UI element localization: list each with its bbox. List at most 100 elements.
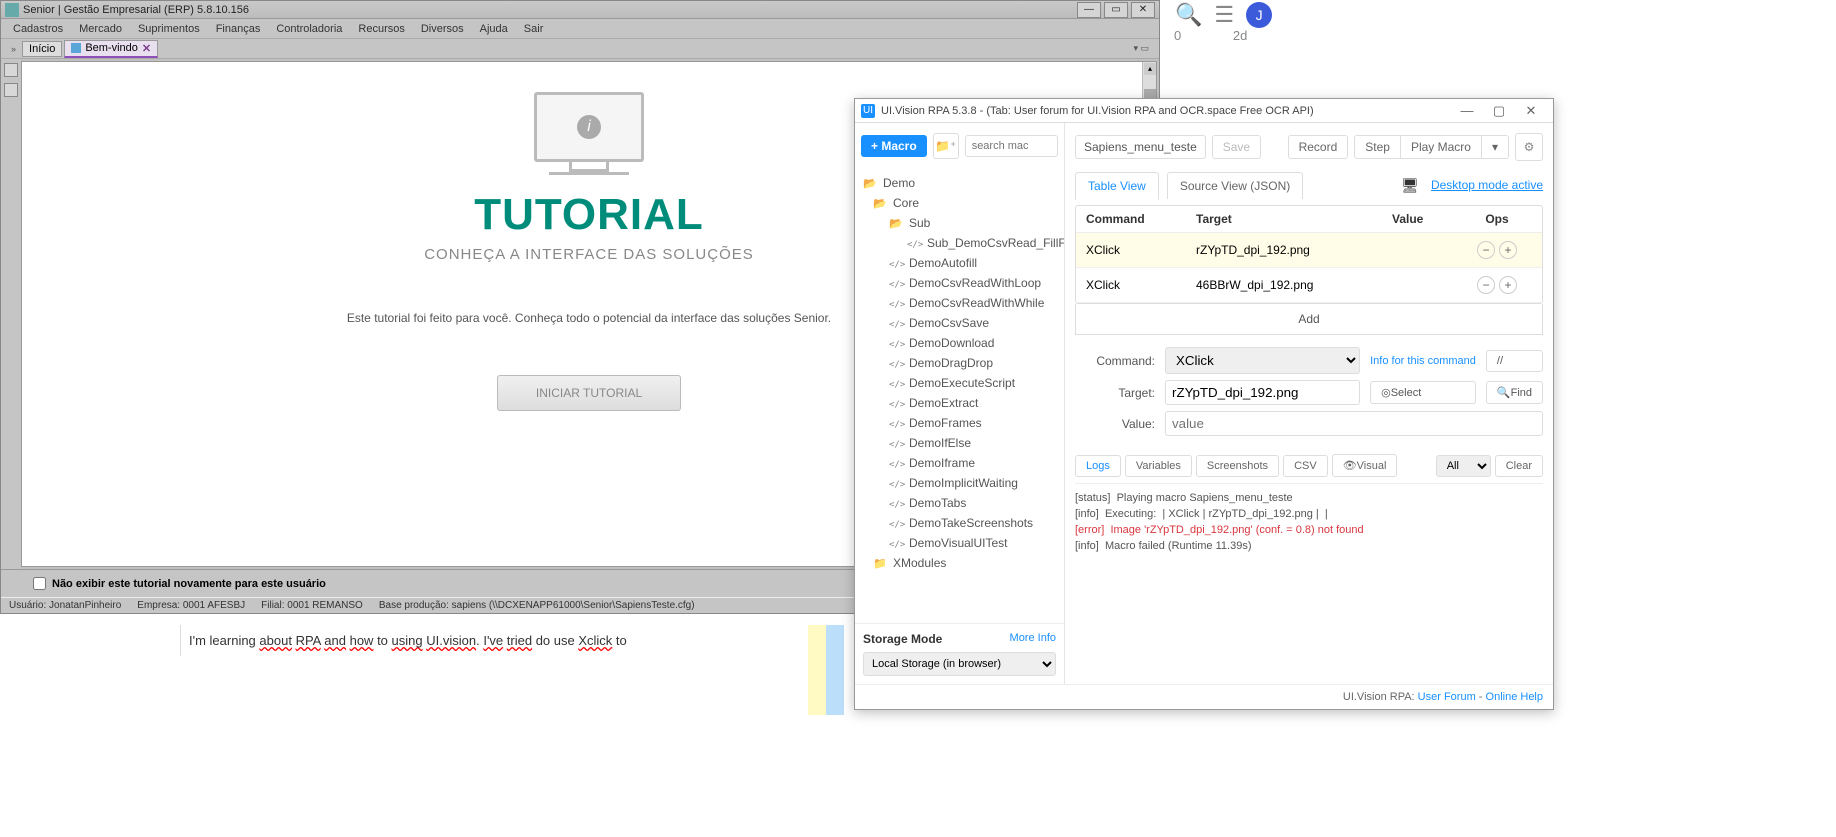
command-row[interactable]: XClick46BBrW_dpi_192.png−+ xyxy=(1076,268,1542,303)
search-icon[interactable]: 🔍 xyxy=(1175,2,1202,28)
spellcheck-word: Xclick xyxy=(578,633,612,648)
tree-item-label: DemoExecuteScript xyxy=(909,376,1015,390)
target-find-button[interactable]: 🔍Find xyxy=(1486,381,1543,404)
menu-controladoria[interactable]: Controladoria xyxy=(268,23,350,35)
scroll-up-icon[interactable]: ▴ xyxy=(1144,63,1156,75)
tree-folder[interactable]: Core xyxy=(855,193,1064,213)
tree-macro[interactable]: DemoExecuteScript xyxy=(855,373,1064,393)
macro-name-field[interactable]: Sapiens_menu_teste xyxy=(1075,135,1206,159)
menu-suprimentos[interactable]: Suprimentos xyxy=(130,23,208,35)
uiv-minimize-button[interactable]: — xyxy=(1451,103,1483,118)
meta-val-1: 0 xyxy=(1174,28,1181,43)
command-info-link[interactable]: Info for this command xyxy=(1370,355,1476,367)
tab-csv[interactable]: CSV xyxy=(1283,455,1328,477)
tree-macro[interactable]: DemoVisualUITest xyxy=(855,533,1064,553)
step-button[interactable]: Step xyxy=(1355,136,1400,158)
play-macro-button[interactable]: Play Macro xyxy=(1400,136,1481,158)
start-tutorial-button[interactable]: INICIAR TUTORIAL xyxy=(497,375,681,411)
target-select-button[interactable]: ◎Select xyxy=(1370,381,1476,404)
tree-macro[interactable]: DemoCsvSave xyxy=(855,313,1064,333)
avatar[interactable]: J xyxy=(1246,2,1272,28)
tree-macro[interactable]: DemoTakeScreenshots xyxy=(855,513,1064,533)
spellcheck-word: RPA xyxy=(296,633,321,648)
avatar-letter: J xyxy=(1256,7,1263,23)
tree-macro[interactable]: DemoExtract xyxy=(855,393,1064,413)
tab-more-icon[interactable]: » xyxy=(5,44,22,54)
tab-inicio[interactable]: Início xyxy=(22,41,62,57)
menu-icon[interactable]: ☰ xyxy=(1214,2,1234,28)
menu-cadastros[interactable]: Cadastros xyxy=(5,23,71,35)
uiv-maximize-button[interactable]: ▢ xyxy=(1483,103,1515,119)
log-output: [status] Playing macro Sapiens_menu_test… xyxy=(1075,483,1543,554)
add-command-button[interactable]: Add xyxy=(1075,304,1543,335)
tab-table-view[interactable]: Table View xyxy=(1075,172,1159,200)
tab-bemvindo[interactable]: Bem-vindo ✕ xyxy=(64,40,158,58)
tree-macro[interactable]: DemoImplicitWaiting xyxy=(855,473,1064,493)
save-button[interactable]: Save xyxy=(1212,135,1261,159)
command-row[interactable]: XClickrZYpTD_dpi_192.png−+ xyxy=(1076,233,1542,268)
footer-help-link[interactable]: Online Help xyxy=(1486,691,1543,703)
maximize-button[interactable]: ▭ xyxy=(1104,2,1128,18)
side-icon-1[interactable] xyxy=(4,63,18,77)
tab-source-view[interactable]: Source View (JSON) xyxy=(1167,172,1303,199)
dont-show-checkbox[interactable] xyxy=(33,577,46,590)
new-macro-button[interactable]: + Macro xyxy=(861,135,927,157)
log-filter-select[interactable]: All xyxy=(1436,455,1491,477)
menu-diversos[interactable]: Diversos xyxy=(413,23,472,35)
command-help-button[interactable]: // xyxy=(1486,350,1543,372)
row-remove-button[interactable]: − xyxy=(1477,241,1495,259)
menu-sair[interactable]: Sair xyxy=(516,23,552,35)
tree-folder[interactable]: Demo xyxy=(855,173,1064,193)
tab-logs[interactable]: Logs xyxy=(1075,455,1121,477)
row-add-button[interactable]: + xyxy=(1499,276,1517,294)
storage-select[interactable]: Local Storage (in browser) xyxy=(863,652,1056,676)
tree-macro[interactable]: DemoAutofill xyxy=(855,253,1064,273)
tree-macro[interactable]: DemoTabs xyxy=(855,493,1064,513)
menu-mercado[interactable]: Mercado xyxy=(71,23,130,35)
uiv-close-button[interactable]: ✕ xyxy=(1515,103,1547,119)
menu-ajuda[interactable]: Ajuda xyxy=(472,23,516,35)
row-add-button[interactable]: + xyxy=(1499,241,1517,259)
uiv-titlebar: UI UI.Vision RPA 5.3.8 - (Tab: User foru… xyxy=(855,99,1553,123)
menu-recursos[interactable]: Recursos xyxy=(350,23,412,35)
storage-panel: Storage Mode More Info Local Storage (in… xyxy=(855,623,1064,684)
minimize-button[interactable]: — xyxy=(1077,2,1101,18)
tree-macro[interactable]: DemoFrames xyxy=(855,413,1064,433)
close-button[interactable]: ✕ xyxy=(1131,2,1155,18)
side-icon-2[interactable] xyxy=(4,83,18,97)
search-macros-input[interactable] xyxy=(965,135,1058,157)
play-dropdown-icon[interactable]: ▾ xyxy=(1481,136,1508,158)
tab-menu-icon[interactable]: ▾ ▭ xyxy=(1127,43,1155,54)
tree-item-label: DemoDownload xyxy=(909,336,994,350)
settings-icon[interactable]: ⚙ xyxy=(1515,133,1543,161)
tree-macro[interactable]: DemoCsvReadWithWhile xyxy=(855,293,1064,313)
storage-more-link[interactable]: More Info xyxy=(1010,632,1056,646)
col-value: Value xyxy=(1392,212,1462,226)
tree-item-label: DemoTabs xyxy=(909,496,966,510)
tree-macro[interactable]: Sub_DemoCsvRead_FillForm xyxy=(855,233,1064,253)
tree-macro[interactable]: DemoDownload xyxy=(855,333,1064,353)
record-button[interactable]: Record xyxy=(1288,135,1349,159)
storage-title: Storage Mode xyxy=(863,632,942,646)
tab-screenshots[interactable]: Screenshots xyxy=(1196,455,1279,477)
row-remove-button[interactable]: − xyxy=(1477,276,1495,294)
spellcheck-word: I've xyxy=(483,633,503,648)
desktop-mode-link[interactable]: Desktop mode active xyxy=(1431,178,1543,192)
tree-macro[interactable]: DemoIfElse xyxy=(855,433,1064,453)
tab-visual[interactable]: 👁Visual xyxy=(1332,454,1398,477)
new-folder-button[interactable]: 📁⁺ xyxy=(933,133,959,159)
log-clear-button[interactable]: Clear xyxy=(1495,455,1543,477)
form-command-select[interactable]: XClick xyxy=(1165,347,1360,374)
tree-folder[interactable]: Sub xyxy=(855,213,1064,233)
form-target-input[interactable] xyxy=(1165,380,1360,405)
tree-macro[interactable]: DemoIframe xyxy=(855,453,1064,473)
tree-macro[interactable]: DemoCsvReadWithLoop xyxy=(855,273,1064,293)
tree-folder[interactable]: XModules xyxy=(855,553,1064,573)
tab-close-icon[interactable]: ✕ xyxy=(142,42,151,55)
tab-variables[interactable]: Variables xyxy=(1125,455,1192,477)
form-value-input[interactable] xyxy=(1165,411,1543,436)
menu-financas[interactable]: Finanças xyxy=(208,23,269,35)
footer-forum-link[interactable]: User Forum xyxy=(1418,691,1476,703)
erp-titlebar: Senior | Gestão Empresarial (ERP) 5.8.10… xyxy=(1,1,1159,19)
tree-macro[interactable]: DemoDragDrop xyxy=(855,353,1064,373)
